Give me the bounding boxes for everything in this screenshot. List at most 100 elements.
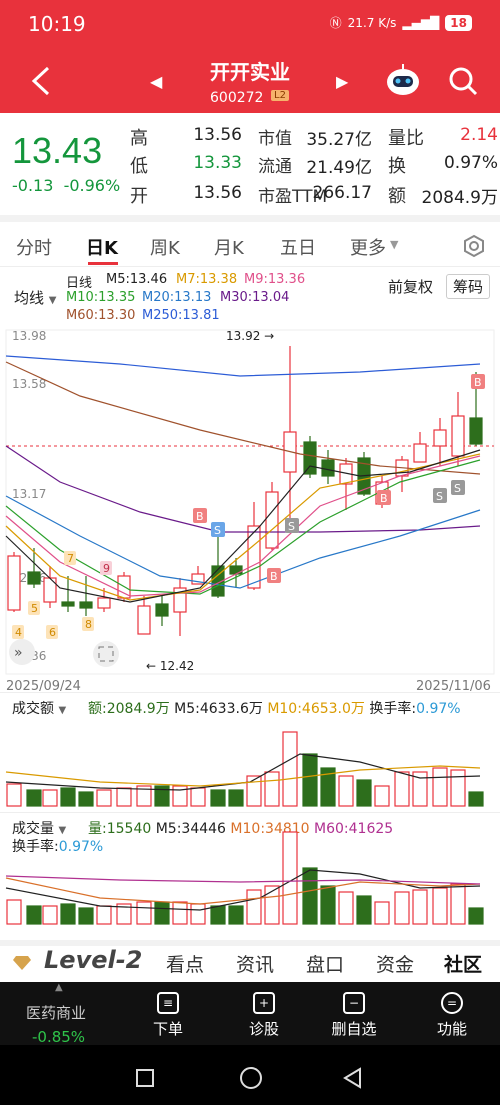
nav-icon: + [253, 992, 275, 1014]
candle-body [451, 415, 465, 457]
quote-label: 市值 [258, 129, 292, 149]
nav-item[interactable]: ≡ 下单 [140, 992, 196, 1039]
quote-value: 13.33 [193, 153, 242, 173]
quote-value: 13.56 [193, 125, 242, 145]
volume-bar [190, 903, 206, 925]
signal-label: B [380, 492, 388, 505]
nav-label: 下单 [152, 1020, 183, 1038]
level2-brand[interactable]: Level-2 [44, 946, 142, 974]
ma-line [5, 361, 481, 475]
fullscreen-icon[interactable] [93, 641, 119, 667]
dropdown-icon: ▼ [390, 238, 399, 251]
candle-body [433, 429, 447, 447]
sector-change: -0.85% [32, 1028, 86, 1046]
volume-bar [320, 885, 336, 925]
volume-bar [60, 903, 76, 925]
amount-chart[interactable] [0, 716, 500, 810]
sequence-label: 5 [31, 602, 38, 615]
nav-item[interactable]: = 功能 [424, 992, 480, 1039]
volume-bar [356, 779, 372, 807]
level2-bar: Level-2 看点 资讯 盘口 资金 社区 [0, 940, 500, 982]
change-value: -0.13 [12, 176, 54, 195]
volume-bar [264, 771, 280, 807]
volume-bar [246, 889, 262, 925]
quote-label: 换 [388, 156, 406, 177]
amount-indicator-selector[interactable]: 成交额 ▼ [12, 698, 66, 718]
ma-line [5, 455, 481, 597]
ma-line [5, 449, 481, 603]
sector-name[interactable]: 医药商业 [26, 1002, 86, 1023]
recents-icon[interactable] [136, 1069, 154, 1087]
quote-value: 21.49亿 [306, 158, 372, 178]
candle-body [79, 601, 93, 609]
quote-value: 2084.9万 [421, 188, 498, 208]
y-tick-label: 13.98 [12, 329, 46, 343]
signal-label: B [270, 570, 278, 583]
candle-body [155, 603, 169, 617]
chips-button[interactable]: 筹码 [446, 274, 491, 299]
volume-bar [450, 769, 466, 807]
level2-tab[interactable]: 资讯 [236, 950, 274, 977]
back-nav-icon[interactable] [342, 1067, 364, 1089]
volume-bar [338, 891, 354, 925]
amount-m10: M10:4653.0万 [267, 701, 365, 717]
volume-ma-line [5, 875, 481, 885]
volume-bar [338, 775, 354, 807]
turnover-label: 换手率: [369, 701, 417, 717]
adjust-mode[interactable]: 前复权 [388, 276, 433, 297]
nav-item[interactable]: + 诊股 [236, 992, 292, 1039]
volume-chart[interactable] [0, 830, 500, 928]
period-label: 日线 [66, 276, 93, 291]
volume-bar [96, 905, 112, 925]
y-tick-label: 13.17 [12, 487, 46, 501]
quote-value: 266.17 [312, 183, 372, 203]
level-badge: L2 [271, 90, 289, 101]
sequence-label: 6 [49, 626, 56, 639]
candle-body [469, 417, 483, 445]
ma-legend-item: M250:13.81 [142, 308, 220, 323]
volume-bar [42, 905, 58, 925]
volume-bar [154, 901, 170, 925]
candle-body [7, 555, 21, 611]
low-marker: ← 12.42 [146, 659, 194, 673]
next-stock-icon[interactable]: ▶ [336, 72, 348, 91]
sequence-label: 9 [103, 562, 110, 575]
ma-line [5, 453, 481, 601]
ma-legend-item: M5:13.46 [106, 272, 168, 287]
volume-bar [210, 789, 226, 807]
collapse-glyph: » [14, 645, 23, 661]
quote-value: 35.27亿 [306, 130, 372, 150]
robot-assistant-icon[interactable] [385, 62, 421, 98]
system-nav [0, 1045, 500, 1105]
level2-tab[interactable]: 社区 [444, 950, 482, 977]
level2-tab[interactable]: 看点 [166, 950, 204, 977]
ma-legend-item: M7:13.38 [176, 272, 238, 287]
volume-bar [78, 907, 94, 925]
tab-4[interactable]: 五日 [280, 234, 316, 260]
battery-icon: 18 [445, 14, 472, 31]
settings-icon[interactable] [462, 234, 486, 258]
volume-bar [116, 787, 132, 807]
volume-bar [136, 901, 152, 925]
quote-value: 13.56 [193, 183, 242, 203]
tab-5[interactable]: 更多 ▼ [350, 234, 398, 260]
candle-body [303, 441, 317, 475]
home-icon[interactable] [240, 1067, 262, 1089]
level2-tab[interactable]: 盘口 [306, 950, 344, 977]
level2-tab[interactable]: 资金 [376, 950, 414, 977]
expand-icon[interactable]: ▲ [55, 982, 63, 993]
search-icon[interactable] [448, 66, 478, 96]
tab-0[interactable]: 分时 [16, 234, 52, 260]
volume-bar [26, 905, 42, 925]
indicator-selector[interactable]: 均线 ▼ [8, 286, 63, 309]
tab-3[interactable]: 月K [214, 234, 244, 260]
bottom-nav: ▲ 医药商业 -0.85% ≡ 下单 + 诊股 − 删自选 = 功能 [0, 982, 500, 1046]
kline-chart[interactable]: 13.9813.5813.1712.7612.3613.92 →← 12.424… [0, 326, 500, 692]
nav-item[interactable]: − 删自选 [326, 992, 382, 1039]
volume-bar [26, 789, 42, 807]
nav-label: 功能 [436, 1020, 467, 1038]
quote-label: 高 [130, 128, 148, 149]
tab-2[interactable]: 周K [150, 234, 180, 260]
tab-1[interactable]: 日K [86, 234, 118, 260]
candle-body [61, 601, 75, 607]
